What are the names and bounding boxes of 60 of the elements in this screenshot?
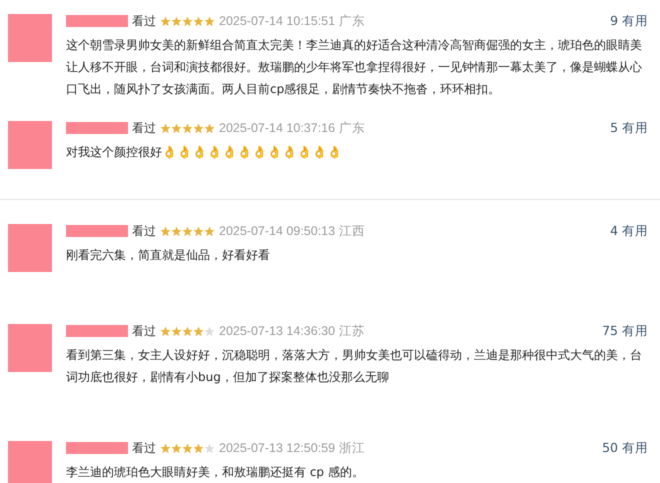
star-icon	[204, 16, 215, 26]
review-location: 广东	[339, 12, 366, 30]
username-redaction	[66, 225, 128, 237]
star-icon	[193, 16, 204, 26]
review-location: 广东	[339, 120, 366, 136]
star-icon	[193, 326, 204, 336]
username-redaction	[66, 15, 128, 27]
star-icon	[171, 122, 182, 134]
watch-status: 看过	[132, 12, 156, 30]
star-icon	[204, 442, 215, 454]
review-time: 2025-07-13 14:36:30	[219, 324, 336, 338]
star-icon	[182, 16, 193, 26]
review-location: 江苏	[339, 322, 366, 340]
star-icon	[182, 442, 193, 454]
avatar-redaction	[8, 224, 52, 272]
star-icon	[193, 442, 204, 454]
star-icon	[171, 226, 182, 236]
star-icon	[182, 326, 193, 336]
review-location: 江西	[339, 222, 366, 240]
star-icon	[160, 442, 171, 454]
review-time: 2025-07-14 10:15:51	[219, 14, 336, 28]
useful-count[interactable]: 75 有用	[602, 322, 648, 340]
star-icon	[204, 326, 215, 336]
avatar-redaction	[8, 441, 52, 483]
avatar-redaction	[8, 324, 52, 372]
useful-count[interactable]: 9 有用	[610, 12, 648, 30]
star-icon	[160, 16, 171, 26]
star-icon	[193, 226, 204, 236]
star-icon	[171, 442, 182, 454]
review-text: 对我这个颜控很好👌👌👌👌👌👌👌👌👌👌👌👌	[66, 144, 343, 161]
review-location: 浙江	[339, 440, 366, 456]
useful-count[interactable]: 5 有用	[610, 120, 648, 136]
avatar-redaction	[8, 121, 52, 169]
star-icon	[160, 326, 171, 336]
star-icon	[193, 122, 204, 134]
star-icon	[204, 226, 215, 236]
useful-count[interactable]: 50 有用	[602, 440, 648, 456]
review-text: 李兰迪的琥珀色大眼睛好美，和敖瑞鹏还挺有 cp 感的。	[66, 464, 365, 481]
star-icon	[204, 122, 215, 134]
username-redaction	[66, 442, 128, 454]
review-time: 2025-07-13 12:50:59	[219, 441, 336, 455]
review-time: 2025-07-14 10:37:16	[219, 121, 336, 135]
review-time: 2025-07-14 09:50:13	[219, 224, 336, 238]
star-icon	[160, 226, 171, 236]
review-text: 这个朝雪录男帅女美的新鲜组合简直太完美！李兰迪真的好适合这种清冷高智商倔强的女主，琥珀色的眼睛美让人移不开眼，台词和演技都很好。敖瑞鹏的少年将军也拿捏得很好，一见钟情那一幕太美了，像是蝴蝶从心口飞出，随风扑了女孩满面。两人目前cp感很足，剧情节奏快不拖沓，环环相扣。	[66, 37, 643, 98]
watch-status: 看过	[132, 440, 156, 456]
watch-status: 看过	[132, 322, 156, 340]
star-icon	[182, 122, 193, 134]
star-icon	[182, 226, 193, 236]
star-icon	[171, 16, 182, 26]
useful-count[interactable]: 4 有用	[610, 222, 648, 240]
username-redaction	[66, 325, 128, 337]
username-redaction	[66, 122, 128, 134]
avatar-redaction	[8, 14, 52, 62]
star-icon	[171, 326, 182, 336]
watch-status: 看过	[132, 222, 156, 240]
star-icon	[160, 122, 171, 134]
review-text: 刚看完六集，简直就是仙品，好看好看	[66, 247, 271, 264]
watch-status: 看过	[132, 120, 156, 136]
review-text: 看到第三集，女主人设好好，沉稳聪明，落落大方，男帅女美也可以磕得动，兰迪是那种很中式大气的美，台词功底也很好，剧情有小bug，但加了探案整体也没那么无聊	[66, 347, 643, 386]
